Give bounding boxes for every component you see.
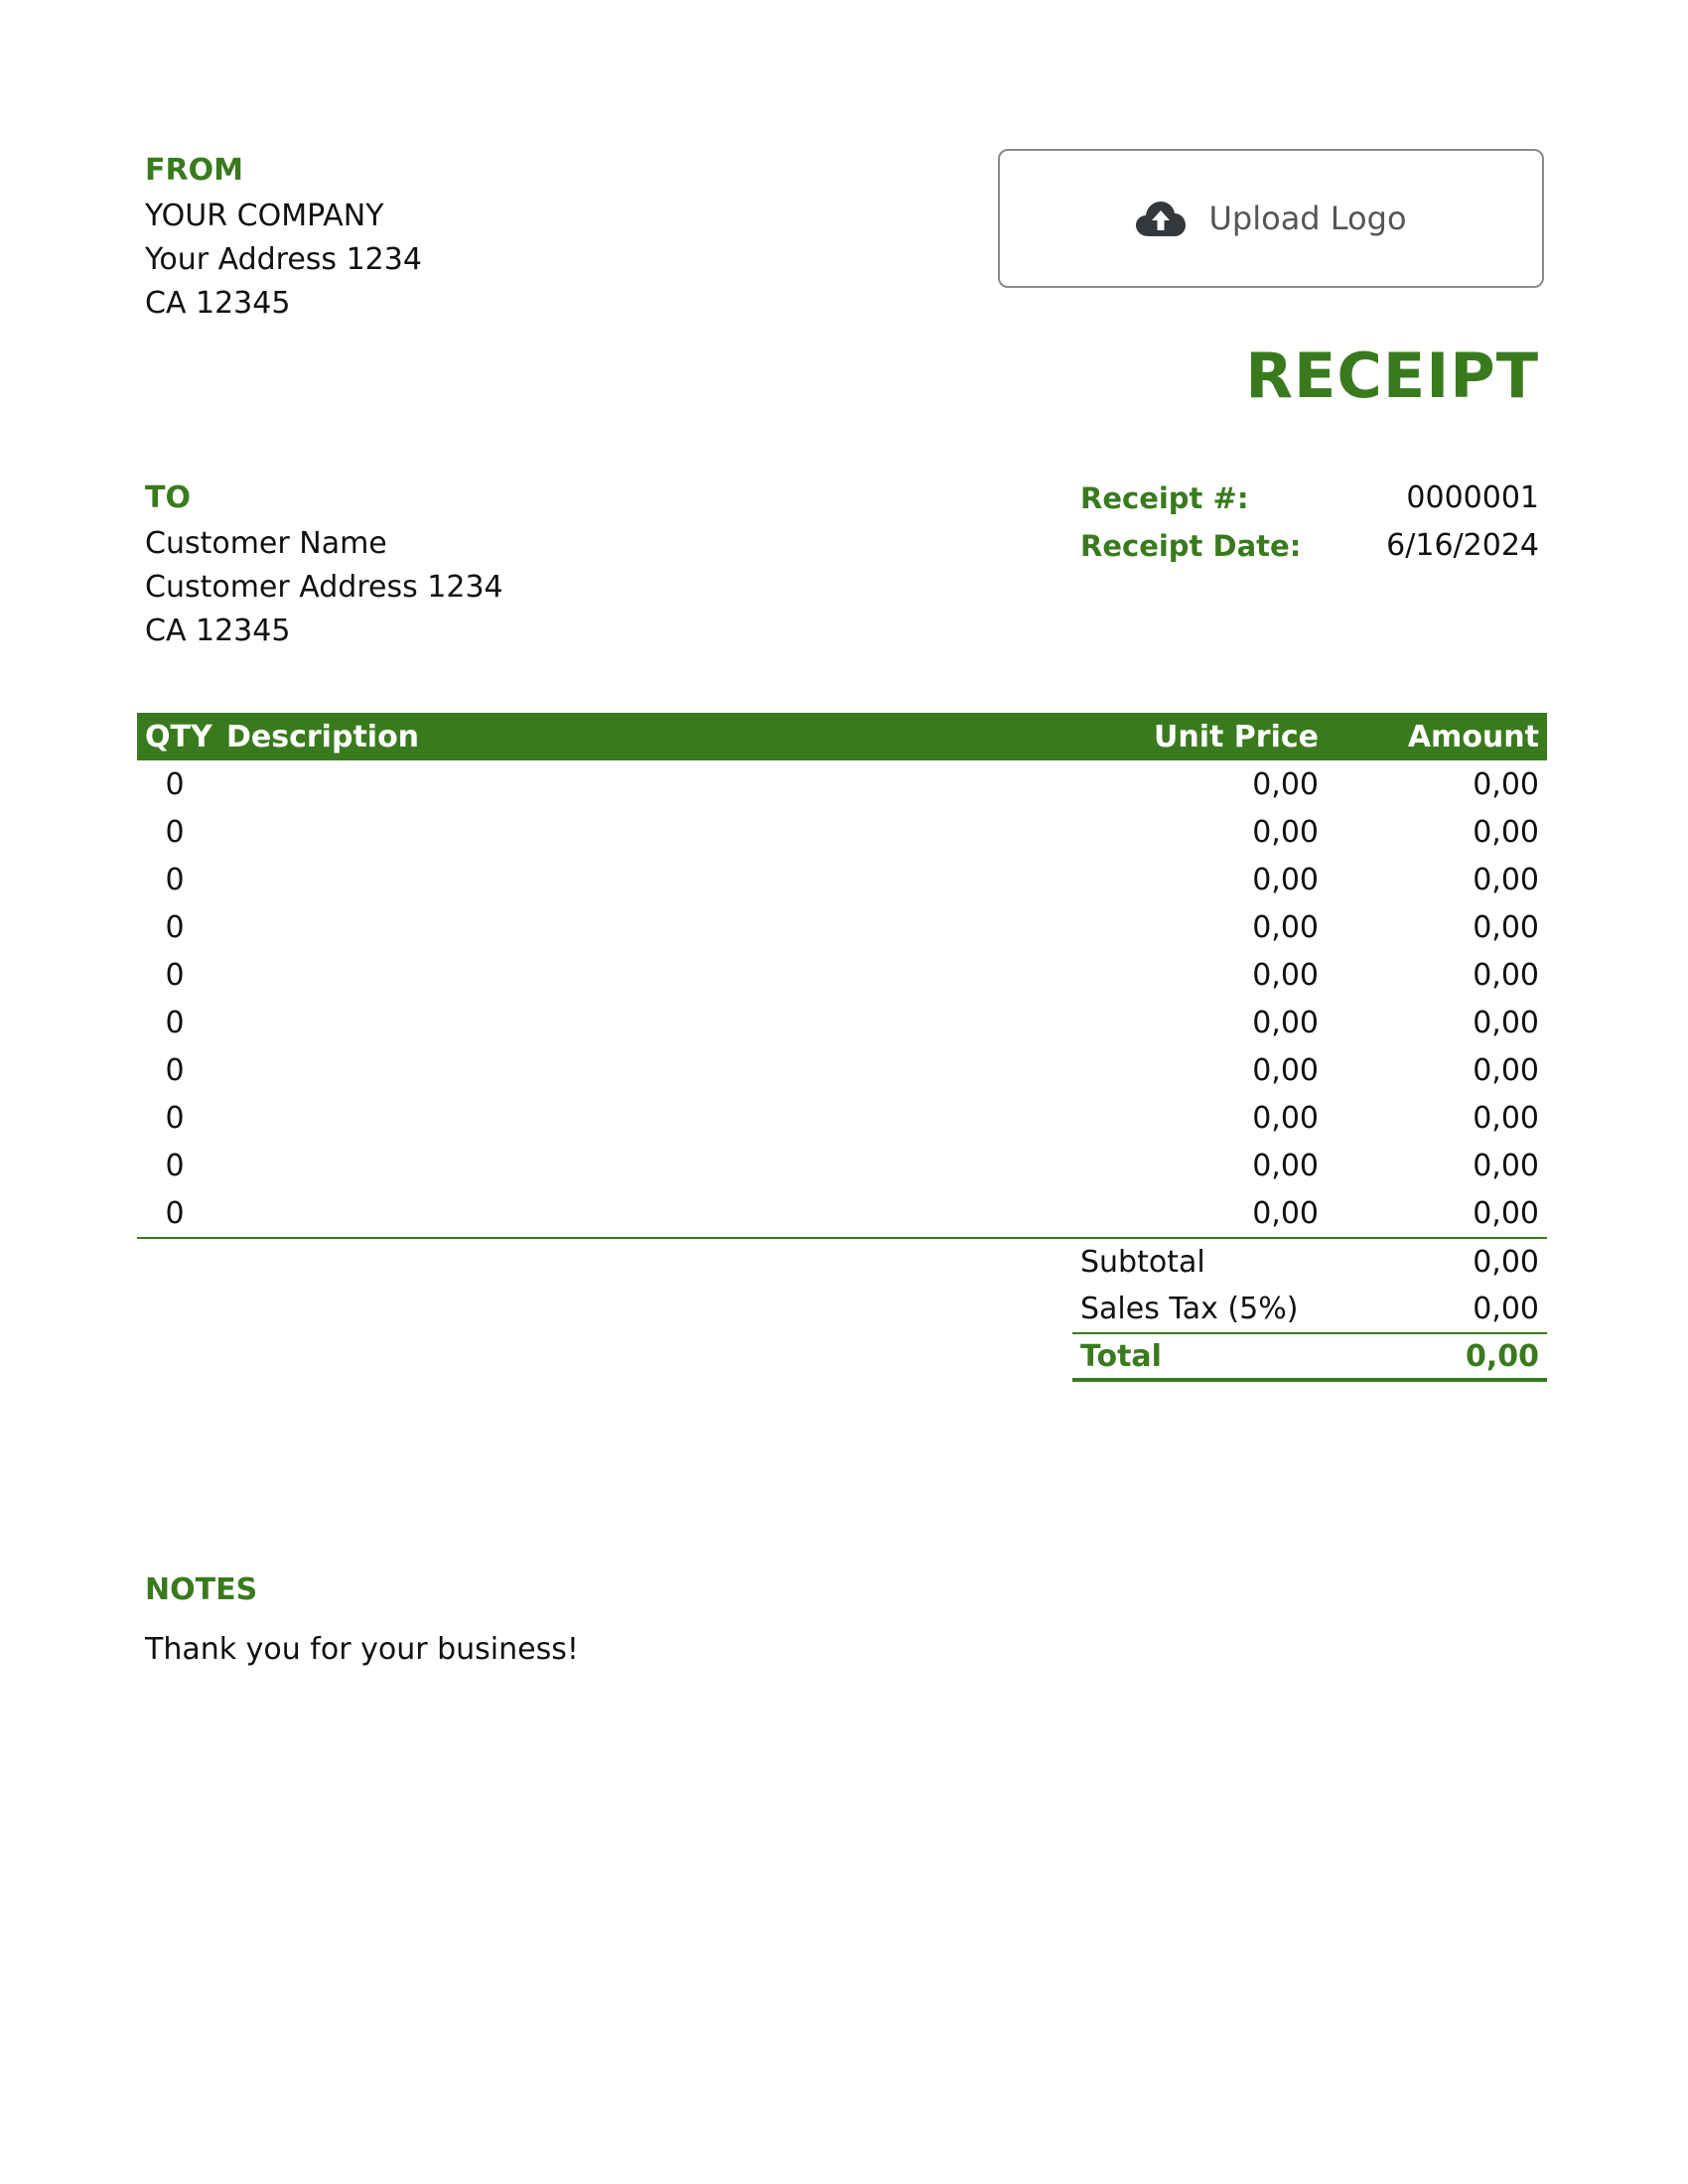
receipt-number-row: Receipt #: 0000001 xyxy=(1080,475,1539,522)
table-row: 0 0,00 0,00 xyxy=(137,1046,1547,1094)
totals-section: Subtotal 0,00 Sales Tax (5%) 0,00 Total … xyxy=(1072,1239,1547,1382)
customer-name[interactable]: Customer Name xyxy=(145,522,503,566)
receipt-number-label: Receipt #: xyxy=(1080,481,1249,515)
tax-label: Sales Tax (5%) xyxy=(1080,1292,1299,1326)
amount-cell[interactable]: 0,00 xyxy=(1319,1196,1547,1231)
company-city-zip[interactable]: CA 12345 xyxy=(145,282,422,326)
amount-cell[interactable]: 0,00 xyxy=(1319,815,1547,850)
customer-city-zip[interactable]: CA 12345 xyxy=(145,610,503,653)
amount-cell[interactable]: 0,00 xyxy=(1319,1101,1547,1136)
notes-section: NOTES Thank you for your business! xyxy=(145,1569,579,1672)
subtotal-value: 0,00 xyxy=(1473,1245,1539,1280)
total-row: Total 0,00 xyxy=(1072,1332,1547,1382)
items-table-body: 0 0,00 0,00 0 0,00 0,00 0 0,00 0,00 0 0,00 0,00 0 0,0… xyxy=(137,760,1547,1239)
receipt-number-value[interactable]: 0000001 xyxy=(1406,475,1539,522)
qty-cell[interactable]: 0 xyxy=(137,1196,212,1231)
qty-cell[interactable]: 0 xyxy=(137,1101,212,1136)
table-row: 0 0,00 0,00 xyxy=(137,808,1547,856)
qty-cell[interactable]: 0 xyxy=(137,863,212,897)
total-label: Total xyxy=(1080,1338,1162,1374)
receipt-meta: Receipt #: 0000001 Receipt Date: 6/16/20… xyxy=(1080,475,1539,570)
table-row: 0 0,00 0,00 xyxy=(137,951,1547,999)
subtotal-label: Subtotal xyxy=(1080,1245,1205,1280)
tax-value: 0,00 xyxy=(1473,1292,1539,1326)
unit-price-cell[interactable]: 0,00 xyxy=(1100,863,1319,897)
qty-cell[interactable]: 0 xyxy=(137,910,212,945)
table-row: 0 0,00 0,00 xyxy=(137,1094,1547,1142)
cloud-upload-icon xyxy=(1136,202,1187,236)
notes-text[interactable]: Thank you for your business! xyxy=(145,1628,579,1672)
unit-price-cell[interactable]: 0,00 xyxy=(1100,1149,1319,1183)
qty-cell[interactable]: 0 xyxy=(137,1006,212,1040)
total-value: 0,00 xyxy=(1465,1338,1539,1374)
receipt-date-label: Receipt Date: xyxy=(1080,529,1302,563)
unit-price-cell[interactable]: 0,00 xyxy=(1100,815,1319,850)
receipt-date-row: Receipt Date: 6/16/2024 xyxy=(1080,522,1539,570)
qty-cell[interactable]: 0 xyxy=(137,815,212,850)
amount-cell[interactable]: 0,00 xyxy=(1319,863,1547,897)
table-row: 0 0,00 0,00 xyxy=(137,903,1547,951)
qty-cell[interactable]: 0 xyxy=(137,1149,212,1183)
unit-price-cell[interactable]: 0,00 xyxy=(1100,767,1319,802)
notes-label: NOTES xyxy=(145,1572,258,1607)
unit-price-cell[interactable]: 0,00 xyxy=(1100,1053,1319,1088)
unit-price-cell[interactable]: 0,00 xyxy=(1100,958,1319,993)
from-label: FROM xyxy=(145,153,243,188)
table-row: 0 0,00 0,00 xyxy=(137,760,1547,808)
amount-cell[interactable]: 0,00 xyxy=(1319,1149,1547,1183)
unit-price-cell[interactable]: 0,00 xyxy=(1100,910,1319,945)
table-row: 0 0,00 0,00 xyxy=(137,856,1547,903)
tax-row: Sales Tax (5%) 0,00 xyxy=(1072,1286,1547,1332)
from-section: FROM YOUR COMPANY Your Address 1234 CA 1… xyxy=(145,149,422,326)
qty-cell[interactable]: 0 xyxy=(137,767,212,802)
customer-address[interactable]: Customer Address 1234 xyxy=(145,566,503,610)
subtotal-row: Subtotal 0,00 xyxy=(1072,1239,1547,1286)
unit-price-cell[interactable]: 0,00 xyxy=(1100,1196,1319,1231)
amount-cell[interactable]: 0,00 xyxy=(1319,910,1547,945)
unit-price-cell[interactable]: 0,00 xyxy=(1100,1006,1319,1040)
upload-logo-label: Upload Logo xyxy=(1208,200,1407,237)
amount-cell[interactable]: 0,00 xyxy=(1319,1053,1547,1088)
header-unit-price: Unit Price xyxy=(1154,719,1319,754)
amount-cell[interactable]: 0,00 xyxy=(1319,1006,1547,1040)
table-row: 0 0,00 0,00 xyxy=(137,1189,1547,1237)
unit-price-cell[interactable]: 0,00 xyxy=(1100,1101,1319,1136)
amount-cell[interactable]: 0,00 xyxy=(1319,767,1547,802)
header-description: Description xyxy=(226,719,420,754)
upload-logo-button[interactable]: Upload Logo xyxy=(998,149,1544,288)
to-section: TO Customer Name Customer Address 1234 C… xyxy=(145,477,503,653)
amount-cell[interactable]: 0,00 xyxy=(1319,958,1547,993)
table-row: 0 0,00 0,00 xyxy=(137,1142,1547,1189)
table-row: 0 0,00 0,00 xyxy=(137,999,1547,1046)
company-name[interactable]: YOUR COMPANY xyxy=(145,195,422,238)
company-address[interactable]: Your Address 1234 xyxy=(145,238,422,282)
qty-cell[interactable]: 0 xyxy=(137,958,212,993)
document-title: RECEIPT xyxy=(1245,340,1539,412)
items-table: QTY Description Unit Price Amount 0 0,00 0… xyxy=(137,713,1547,1239)
to-label: TO xyxy=(145,480,191,515)
qty-cell[interactable]: 0 xyxy=(137,1053,212,1088)
receipt-date-value[interactable]: 6/16/2024 xyxy=(1386,522,1539,570)
header-amount: Amount xyxy=(1407,719,1539,754)
items-table-header: QTY Description Unit Price Amount xyxy=(137,713,1547,760)
header-qty: QTY xyxy=(145,719,212,754)
